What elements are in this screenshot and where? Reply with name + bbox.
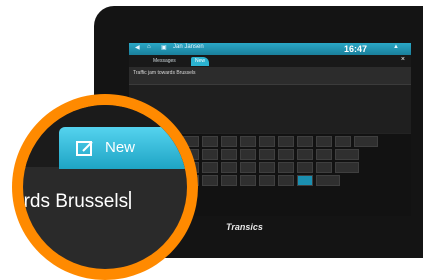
app-icon[interactable]: ▣ — [161, 44, 167, 51]
home-icon[interactable]: ⌂ — [147, 44, 151, 50]
close-icon[interactable]: × — [401, 56, 405, 63]
zoom-tab-label: New — [105, 139, 136, 156]
key[interactable] — [259, 149, 275, 160]
tab-bar: Messages New × — [129, 55, 411, 67]
status-title: Jan Jansen — [173, 44, 204, 50]
zoom-text-value: ards Brussels — [23, 191, 129, 212]
status-bar: ◀ ⌂ ▣ Jan Jansen 16:47 ▲ — [129, 43, 411, 55]
key[interactable] — [221, 175, 237, 186]
key[interactable] — [278, 175, 294, 186]
status-time: 16:47 — [343, 44, 367, 54]
key[interactable] — [202, 136, 218, 147]
key[interactable] — [240, 175, 256, 186]
text-caret — [129, 191, 132, 209]
key[interactable] — [335, 149, 359, 160]
key[interactable] — [221, 136, 237, 147]
key[interactable] — [297, 149, 313, 160]
brand-label: Transics — [226, 222, 263, 232]
key[interactable] — [316, 149, 332, 160]
tab-new[interactable]: New — [191, 57, 210, 66]
key[interactable] — [240, 136, 256, 147]
back-arrow-icon[interactable]: ◀ — [135, 44, 140, 51]
key[interactable] — [221, 162, 237, 173]
key[interactable] — [202, 162, 218, 173]
key[interactable] — [335, 162, 359, 173]
key[interactable] — [202, 149, 218, 160]
key[interactable] — [316, 162, 332, 173]
zoom-view: New ards Brussels — [23, 105, 187, 269]
key[interactable] — [297, 162, 313, 173]
message-input[interactable]: Traffic jam towards Brussels — [129, 67, 411, 85]
key[interactable] — [259, 136, 275, 147]
key[interactable] — [297, 136, 313, 147]
key[interactable] — [259, 175, 275, 186]
key[interactable] — [335, 136, 351, 147]
key[interactable] — [316, 136, 332, 147]
key[interactable] — [278, 136, 294, 147]
key[interactable] — [316, 175, 340, 186]
menu-icon[interactable]: ▲ — [393, 44, 399, 50]
key[interactable] — [202, 175, 218, 186]
zoom-message-text: ards Brussels — [23, 191, 132, 213]
key[interactable] — [278, 149, 294, 160]
tab-messages[interactable]: Messages — [149, 57, 180, 66]
key-active[interactable] — [297, 175, 313, 186]
message-text: Traffic jam towards Brussels — [133, 70, 196, 76]
key[interactable] — [240, 162, 256, 173]
zoom-tab-new: New — [59, 127, 187, 169]
key[interactable] — [259, 162, 275, 173]
edit-icon — [75, 139, 95, 162]
key[interactable] — [354, 136, 378, 147]
key[interactable] — [278, 162, 294, 173]
key[interactable] — [221, 149, 237, 160]
key[interactable] — [240, 149, 256, 160]
